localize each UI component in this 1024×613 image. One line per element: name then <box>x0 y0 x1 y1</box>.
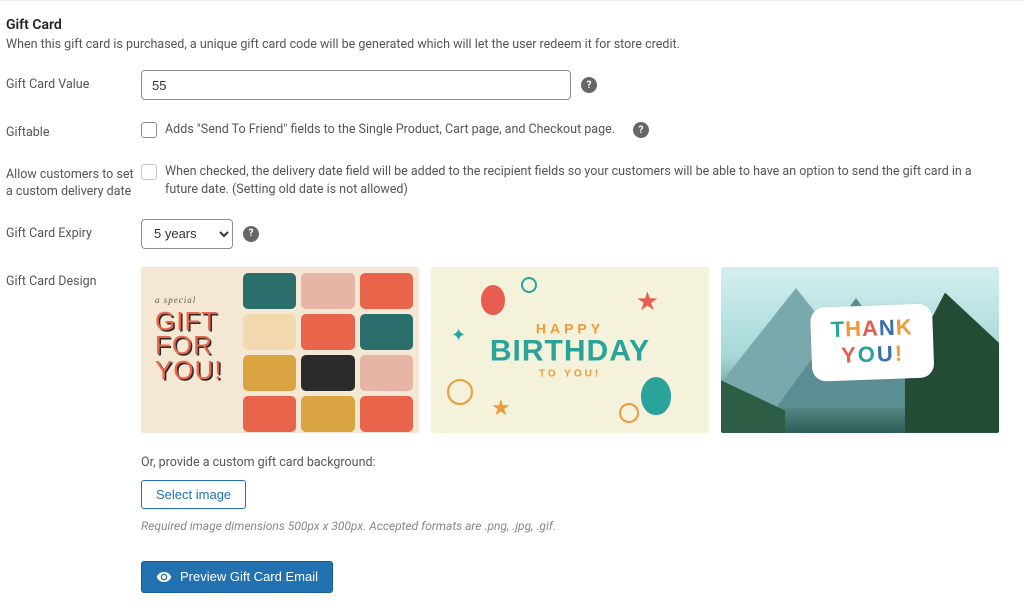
label-gift-card-expiry: Gift Card Expiry <box>6 219 141 243</box>
help-icon[interactable]: ? <box>243 226 259 242</box>
eye-icon <box>156 569 172 585</box>
section-title: Gift Card <box>6 17 1018 33</box>
preview-gift-card-email-button[interactable]: Preview Gift Card Email <box>141 561 333 593</box>
giftable-description: Adds "Send To Friend" fields to the Sing… <box>165 118 615 140</box>
select-image-button[interactable]: Select image <box>141 480 246 509</box>
design-text-you: YOU! <box>831 340 914 369</box>
section-description: When this gift card is purchased, a uniq… <box>6 37 1018 52</box>
circle-icon <box>521 277 537 293</box>
label-custom-delivery-date: Allow customers to set a custom delivery… <box>6 160 141 201</box>
circle-icon <box>619 403 639 423</box>
row-giftable: Giftable Adds "Send To Friend" fields to… <box>6 118 1018 142</box>
preview-button-label: Preview Gift Card Email <box>180 569 318 584</box>
image-requirements-hint: Required image dimensions 500px x 300px.… <box>141 519 1018 533</box>
gift-card-expiry-select[interactable]: 5 years <box>141 219 233 249</box>
label-giftable: Giftable <box>6 118 141 142</box>
design-option-thank-you[interactable]: THANK YOU! <box>721 267 999 433</box>
custom-date-description: When checked, the delivery date field wi… <box>165 160 995 201</box>
gift-card-value-input[interactable] <box>141 70 571 100</box>
design-option-gift-for-you[interactable]: a special GIFT FOR YOU! <box>141 267 419 433</box>
giftable-checkbox[interactable] <box>141 122 157 138</box>
circle-icon <box>447 379 473 405</box>
design-text-thank: THANK <box>830 314 913 343</box>
gift-card-panel: Gift Card When this gift card is purchas… <box>0 0 1024 613</box>
design-tagline: a special <box>155 295 223 305</box>
design-options: a special GIFT FOR YOU! ★ ★ ✦ HAPPY <box>141 267 1018 433</box>
row-gift-card-expiry: Gift Card Expiry 5 years ? <box>6 219 1018 249</box>
custom-date-checkbox[interactable] <box>141 164 157 180</box>
design-text-birthday: BIRTHDAY <box>431 334 709 368</box>
design-title: GIFT FOR YOU! <box>155 309 223 383</box>
star-icon: ★ <box>636 287 659 317</box>
design-option-happy-birthday[interactable]: ★ ★ ✦ HAPPY BIRTHDAY TO YOU! <box>431 267 709 433</box>
design-badge: THANK YOU! <box>810 303 935 381</box>
balloon-icon <box>481 285 505 315</box>
design-decoration <box>243 273 413 427</box>
row-gift-card-value: Gift Card Value ? <box>6 70 1018 100</box>
design-text-toyou: TO YOU! <box>431 368 709 379</box>
custom-background-label: Or, provide a custom gift card backgroun… <box>141 455 1018 470</box>
help-icon[interactable]: ? <box>633 122 649 138</box>
star-icon: ★ <box>491 396 511 421</box>
label-gift-card-design: Gift Card Design <box>6 267 141 291</box>
balloon-icon <box>641 377 671 415</box>
row-gift-card-design: Gift Card Design a special GIFT FOR YOU! <box>6 267 1018 593</box>
label-gift-card-value: Gift Card Value <box>6 70 141 94</box>
row-custom-delivery-date: Allow customers to set a custom delivery… <box>6 160 1018 201</box>
help-icon[interactable]: ? <box>581 77 597 93</box>
